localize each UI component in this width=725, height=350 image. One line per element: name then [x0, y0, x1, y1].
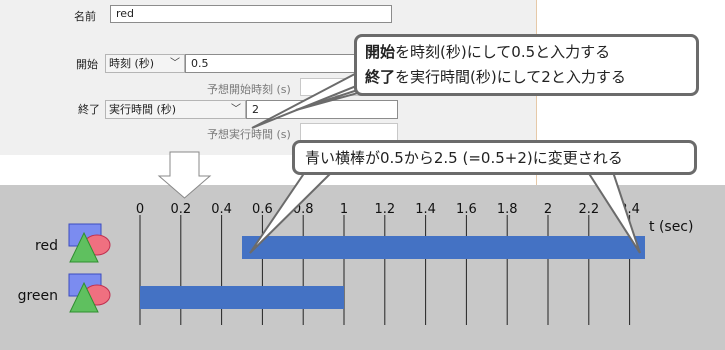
task-icon-green[interactable] — [68, 273, 111, 313]
task-icon-red[interactable] — [68, 223, 111, 263]
tick-label: 1 — [340, 202, 348, 217]
tick-label: 1.8 — [497, 202, 518, 217]
callout-end-keyword: 終了 — [365, 68, 396, 86]
callout-end-text: を実行時間(秒)にして2と入力する — [395, 68, 626, 86]
tick-label: 1.2 — [374, 202, 395, 217]
callout-start-keyword: 開始 — [365, 43, 396, 61]
tick-label: 1.4 — [415, 202, 436, 217]
tick-label: 0.6 — [252, 202, 273, 217]
tick-label: 2 — [544, 202, 552, 217]
tick-label: 2.2 — [578, 202, 599, 217]
row-label-green: green — [18, 288, 58, 304]
axis-unit-label: t (sec) — [649, 219, 693, 235]
instruction-callout: 開始を時刻(秒)にして0.5と入力する 終了を実行時間(秒)にして2と入力する — [354, 34, 699, 96]
tick-label: 0.4 — [211, 202, 232, 217]
callout-start-text: を時刻(秒)にして0.5と入力する — [395, 43, 611, 61]
down-arrow-icon — [157, 151, 212, 199]
task-bar-red[interactable] — [242, 236, 645, 259]
task-bar-green[interactable] — [140, 286, 344, 309]
row-label-red: red — [35, 238, 58, 254]
tick-label: 0.2 — [170, 202, 191, 217]
callout-bar-note: 青い横棒が0.5から2.5 (=0.5+2)に変更される — [305, 149, 623, 167]
result-callout: 青い横棒が0.5から2.5 (=0.5+2)に変更される — [292, 140, 697, 175]
tick-label: 1.6 — [456, 202, 477, 217]
tick-label: 0 — [136, 202, 144, 217]
